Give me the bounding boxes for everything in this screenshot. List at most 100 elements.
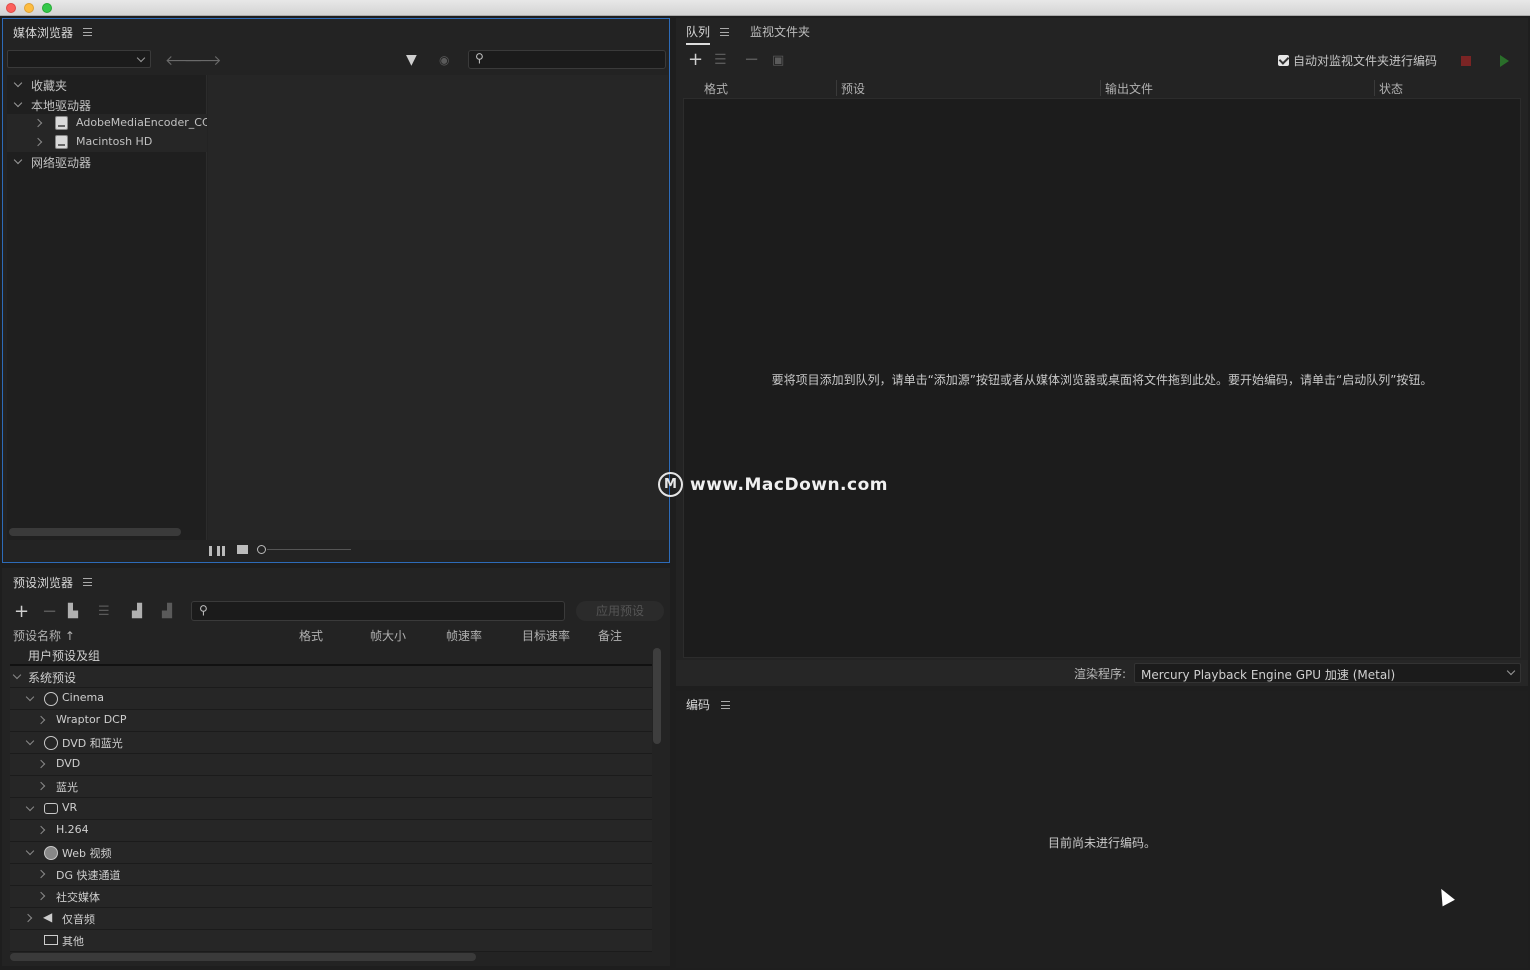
column-format[interactable]: 格式 <box>704 80 728 97</box>
new-preset-button[interactable]: + <box>14 603 29 621</box>
tree-item-label: Macintosh HD <box>76 135 153 148</box>
media-search-input[interactable]: ⚲ <box>468 50 666 69</box>
preset-row-dg-fast-channel[interactable]: DG 快速通道 <box>10 864 652 886</box>
import-preset-icon[interactable]: ▟ <box>132 604 142 620</box>
preset-search-input[interactable]: ⚲ <box>191 601 565 621</box>
column-preset-name[interactable]: 预设名称 ↑ <box>13 627 75 644</box>
chevron-down-icon <box>13 78 23 88</box>
auto-encode-checkbox[interactable] <box>1278 55 1289 66</box>
preset-settings-icon[interactable]: ☰ <box>98 604 110 620</box>
encoding-panel: 编码 目前尚未进行编码。 <box>676 691 1528 968</box>
tree-item-macintosh-hd[interactable]: Macintosh HD <box>7 133 207 152</box>
preset-row-system-presets[interactable]: 系统预设 <box>10 666 652 688</box>
chevron-down-icon <box>25 692 35 702</box>
tab-queue[interactable]: 队列 <box>686 23 711 45</box>
export-preset-icon[interactable]: ▟ <box>162 604 172 620</box>
tree-item-favorites[interactable]: 收藏夹 <box>7 75 207 94</box>
chevron-right-icon <box>36 869 46 879</box>
minimize-window-button[interactable] <box>24 3 34 13</box>
drive-icon <box>55 116 68 130</box>
preset-row-vr[interactable]: VR <box>10 798 652 820</box>
chevron-right-icon <box>23 913 33 923</box>
film-reel-icon <box>44 692 58 706</box>
disc-icon <box>44 736 58 750</box>
tree-item-ame-volume[interactable]: AdobeMediaEncoder_CC_2 <box>7 114 207 133</box>
row-label: 社交媒体 <box>56 891 100 904</box>
panel-menu-icon[interactable] <box>721 701 730 709</box>
row-label: DG 快速通道 <box>56 869 121 882</box>
row-label: Wraptor DCP <box>56 713 127 726</box>
column-divider <box>1374 80 1375 96</box>
forward-arrow-icon[interactable]: 🡒 <box>184 52 222 69</box>
preset-row-cinema[interactable]: Cinema <box>10 688 652 710</box>
row-label: Cinema <box>62 691 104 704</box>
preset-row-audio-only[interactable]: ◀ 仅音频 <box>10 908 652 930</box>
column-status[interactable]: 状态 <box>1379 80 1403 97</box>
preset-row-dvd[interactable]: DVD <box>10 754 652 776</box>
renderer-select[interactable]: Mercury Playback Engine GPU 加速 (Metal) <box>1134 663 1521 683</box>
location-dropdown[interactable] <box>7 50 151 68</box>
renderer-value: Mercury Playback Engine GPU 加速 (Metal) <box>1141 668 1396 682</box>
new-group-icon[interactable]: ▙ <box>68 604 78 620</box>
renderer-row: 渲染程序: Mercury Playback Engine GPU 加速 (Me… <box>676 660 1528 686</box>
preset-row-dvd-bluray[interactable]: DVD 和蓝光 <box>10 732 652 754</box>
column-frame-rate[interactable]: 帧速率 <box>446 627 482 644</box>
start-queue-button[interactable] <box>1500 55 1509 67</box>
close-window-button[interactable] <box>6 3 16 13</box>
tab-watch-folders[interactable]: 监视文件夹 <box>750 23 810 40</box>
renderer-label: 渲染程序: <box>1074 667 1127 681</box>
preset-row-social-media[interactable]: 社交媒体 <box>10 886 652 908</box>
zoom-slider-handle[interactable] <box>257 545 266 554</box>
tree-item-network-drives[interactable]: 网络驱动器 <box>7 152 207 171</box>
preset-horizontal-scrollbar[interactable] <box>10 953 476 961</box>
tree-item-label: AdobeMediaEncoder_CC_2 <box>76 116 207 129</box>
column-notes[interactable]: 备注 <box>598 627 622 644</box>
maximize-window-button[interactable] <box>42 3 52 13</box>
row-label: VR <box>62 801 78 814</box>
media-browser-title: 媒体浏览器 <box>13 26 74 40</box>
tree-horizontal-scrollbar[interactable] <box>9 528 181 536</box>
remove-button[interactable]: − <box>744 51 759 69</box>
column-format[interactable]: 格式 <box>299 627 323 644</box>
filter-icon[interactable]: ▼ <box>406 52 417 68</box>
preset-row-wraptor-dcp[interactable]: Wraptor DCP <box>10 710 652 732</box>
list-view-icon[interactable] <box>209 546 225 556</box>
row-label: DVD 和蓝光 <box>62 737 123 750</box>
panel-menu-icon[interactable] <box>720 28 729 36</box>
row-label: 其他 <box>62 935 84 948</box>
column-target-rate[interactable]: 目标速率 <box>522 627 570 644</box>
panel-menu-icon[interactable] <box>83 28 92 36</box>
monitor-icon <box>44 935 58 945</box>
column-output-file[interactable]: 输出文件 <box>1105 80 1153 97</box>
tree-item-local-drives[interactable]: 本地驱动器 <box>7 95 207 114</box>
encoding-empty-message: 目前尚未进行编码。 <box>1047 836 1156 850</box>
icon-view-icon[interactable] <box>237 545 248 554</box>
preset-row-h264[interactable]: H.264 <box>10 820 652 842</box>
stop-queue-button[interactable] <box>1461 56 1471 66</box>
view-icon[interactable]: ◉ <box>439 53 449 67</box>
preset-row-bluray[interactable]: 蓝光 <box>10 776 652 798</box>
remove-preset-button[interactable]: − <box>42 603 57 621</box>
queue-panel: 队列 监视文件夹 + ☰ − ▣ 自动对监视文件夹进行编码 格式 预设 输出文件… <box>676 18 1528 686</box>
column-divider <box>1100 80 1101 96</box>
chevron-right-icon <box>33 118 43 128</box>
zoom-slider-track[interactable] <box>267 549 351 550</box>
preset-row-user-presets[interactable]: 用户预设及组 <box>10 644 652 666</box>
settings-sliders-icon[interactable]: ☰ <box>714 52 727 68</box>
add-source-button[interactable]: + <box>688 51 703 69</box>
column-frame-size[interactable]: 帧大小 <box>370 627 406 644</box>
preset-vertical-scrollbar[interactable] <box>653 648 661 744</box>
panel-menu-icon[interactable] <box>83 578 92 586</box>
queue-list[interactable]: 要将项目添加到队列，请单击“添加源”按钮或者从媒体浏览器或桌面将文件拖到此处。要… <box>683 98 1521 658</box>
row-label: 蓝光 <box>56 781 78 794</box>
chevron-down-icon <box>13 155 23 165</box>
search-icon: ⚲ <box>475 51 484 65</box>
chevron-right-icon <box>36 825 46 835</box>
column-preset[interactable]: 预设 <box>841 80 865 97</box>
apply-preset-button[interactable]: 应用预设 <box>576 601 664 621</box>
speaker-icon: ◀ <box>43 910 53 924</box>
preset-row-web-video[interactable]: Web 视频 <box>10 842 652 864</box>
duplicate-icon[interactable]: ▣ <box>772 53 784 69</box>
preset-row-other[interactable]: 其他 <box>10 930 652 952</box>
vr-headset-icon <box>44 803 58 814</box>
